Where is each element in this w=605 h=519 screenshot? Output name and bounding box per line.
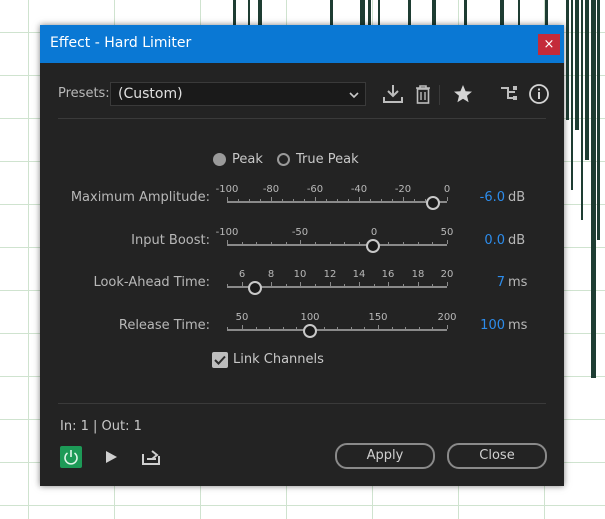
- apply-button[interactable]: Apply: [335, 443, 435, 469]
- max-amplitude-value[interactable]: -6.0: [460, 190, 505, 205]
- max-amplitude-label: Maximum Amplitude:: [70, 190, 210, 205]
- top-divider: [58, 118, 546, 119]
- input-boost-unit: dB: [508, 233, 526, 248]
- hard-limiter-dialog: Effect - Hard Limiter × Presets: (Custom…: [40, 25, 564, 486]
- tick-label: 150: [368, 312, 388, 323]
- chevron-down-icon: [349, 88, 359, 104]
- release-time-unit: ms: [508, 318, 528, 333]
- tick-label: -100: [215, 227, 239, 238]
- presets-value: (Custom): [118, 86, 183, 102]
- title-bar[interactable]: Effect - Hard Limiter ×: [40, 25, 564, 63]
- look-ahead-value[interactable]: 7: [460, 275, 505, 290]
- tick-label: 12: [323, 269, 337, 280]
- tick-label: 18: [411, 269, 425, 280]
- tick-label: 100: [300, 312, 320, 323]
- info-icon[interactable]: [528, 83, 550, 105]
- play-icon: [106, 451, 117, 463]
- max-amplitude-slider[interactable]: -100 -80 -60 -40 -20 0: [216, 184, 451, 214]
- input-boost-label: Input Boost:: [131, 233, 210, 248]
- tick-label: 16: [381, 269, 395, 280]
- max-amplitude-unit: dB: [508, 190, 526, 205]
- input-boost-thumb[interactable]: [366, 239, 380, 253]
- play-preview-button[interactable]: [100, 446, 122, 468]
- tick-label: -60: [306, 184, 324, 195]
- tick-label: 0: [443, 184, 451, 195]
- favorite-star-icon[interactable]: [452, 83, 474, 105]
- peak-label: Peak: [232, 152, 263, 167]
- tick-label: -20: [394, 184, 412, 195]
- tick-label: 6: [238, 269, 246, 280]
- max-amplitude-thumb[interactable]: [426, 196, 440, 210]
- tick-label: -50: [291, 227, 309, 238]
- presets-dropdown[interactable]: (Custom): [110, 82, 366, 106]
- look-ahead-slider[interactable]: 6 8 10 12 14 16 18 20: [227, 269, 453, 299]
- dialog-title: Effect - Hard Limiter: [50, 35, 192, 51]
- tick-label: 14: [352, 269, 366, 280]
- tick-label: -40: [350, 184, 368, 195]
- close-window-button[interactable]: ×: [538, 34, 560, 55]
- tick-label: 50: [440, 227, 454, 238]
- power-icon: [64, 450, 78, 465]
- release-time-value[interactable]: 100: [460, 318, 505, 333]
- delete-preset-icon[interactable]: [412, 83, 434, 105]
- tick-label: -80: [262, 184, 280, 195]
- true-peak-radio[interactable]: [277, 153, 290, 166]
- input-boost-slider[interactable]: -100 -50 0 50: [216, 227, 453, 257]
- true-peak-label: True Peak: [296, 152, 359, 167]
- look-ahead-thumb[interactable]: [248, 281, 262, 295]
- toolbar-divider: [439, 85, 440, 105]
- tick-label: 0: [370, 227, 378, 238]
- checkmark-icon: [214, 355, 226, 365]
- release-time-thumb[interactable]: [303, 324, 317, 338]
- link-channels-checkbox[interactable]: [212, 352, 228, 368]
- tick-label: 200: [437, 312, 457, 323]
- tick-label: 8: [267, 269, 275, 280]
- io-channels-text: In: 1 | Out: 1: [60, 419, 142, 434]
- link-channels-label: Link Channels: [233, 352, 324, 367]
- input-boost-value[interactable]: 0.0: [460, 233, 505, 248]
- presets-label: Presets:: [58, 86, 110, 101]
- look-ahead-label: Look-Ahead Time:: [93, 275, 210, 290]
- tick-label: -100: [215, 184, 239, 195]
- tick-label: 10: [293, 269, 307, 280]
- bottom-divider: [58, 403, 546, 404]
- tick-label: 50: [235, 312, 249, 323]
- peak-radio[interactable]: [213, 153, 226, 166]
- release-time-slider[interactable]: 50 100 150 200: [227, 312, 457, 342]
- release-time-label: Release Time:: [118, 318, 210, 333]
- save-preset-icon[interactable]: [382, 83, 404, 105]
- close-button[interactable]: Close: [447, 443, 547, 469]
- tick-label: 20: [440, 269, 454, 280]
- loop-export-icon: [142, 450, 160, 465]
- power-toggle[interactable]: [60, 446, 82, 468]
- routing-icon[interactable]: [498, 83, 520, 105]
- look-ahead-unit: ms: [508, 275, 528, 290]
- loop-preview-button[interactable]: [140, 446, 162, 468]
